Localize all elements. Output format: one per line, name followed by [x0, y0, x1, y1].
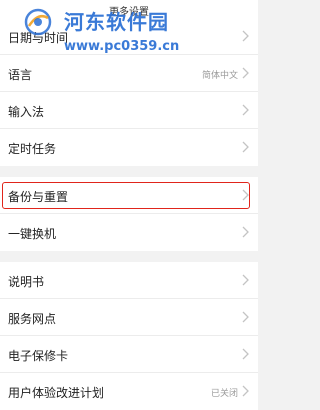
chevron-right-icon: [242, 311, 249, 323]
settings-item-label: 语言: [8, 68, 33, 82]
settings-item-label: 日期与时间: [8, 31, 69, 45]
settings-item-backup-reset[interactable]: 备份与重置: [0, 177, 258, 214]
settings-item-label: 电子保修卡: [8, 349, 69, 363]
settings-item-label: 服务网点: [8, 312, 57, 326]
settings-item-label: 定时任务: [8, 142, 57, 156]
settings-item-e-warranty-card[interactable]: 电子保修卡: [0, 336, 258, 373]
settings-item-value: 已关闭: [210, 389, 238, 399]
settings-item-label: 备份与重置: [8, 190, 69, 204]
settings-item-input-method[interactable]: 输入法: [0, 92, 258, 129]
settings-group-backup: 备份与重置 一键换机: [0, 177, 258, 251]
top-bar: 更多设置: [0, 0, 258, 18]
more-settings-screen: 更多设置 日期与时间 语言 简体中文 输入法 定时任务 备份与重置 一键换机 说…: [0, 0, 258, 410]
settings-item-value: 简体中文: [201, 71, 238, 81]
settings-item-date-time[interactable]: 日期与时间: [0, 18, 258, 55]
settings-group-general: 日期与时间 语言 简体中文 输入法 定时任务: [0, 18, 258, 166]
chevron-right-icon: [242, 189, 249, 201]
settings-item-manual[interactable]: 说明书: [0, 262, 258, 299]
page-title: 更多设置: [109, 7, 149, 18]
settings-item-user-experience-program[interactable]: 用户体验改进计划 已关闭: [0, 373, 258, 410]
settings-item-language[interactable]: 语言 简体中文: [0, 55, 258, 92]
chevron-right-icon: [242, 348, 249, 360]
settings-item-label: 用户体验改进计划: [8, 386, 105, 400]
chevron-right-icon: [242, 385, 249, 397]
settings-item-scheduled-tasks[interactable]: 定时任务: [0, 129, 258, 166]
settings-item-label: 说明书: [8, 275, 45, 289]
chevron-right-icon: [242, 226, 249, 238]
chevron-right-icon: [242, 141, 249, 153]
settings-item-label: 输入法: [8, 105, 45, 119]
settings-group-support: 说明书 服务网点 电子保修卡 用户体验改进计划 已关闭: [0, 262, 258, 410]
chevron-right-icon: [242, 30, 249, 42]
chevron-right-icon: [242, 104, 249, 116]
chevron-right-icon: [242, 274, 249, 286]
chevron-right-icon: [242, 67, 249, 79]
settings-item-service-centers[interactable]: 服务网点: [0, 299, 258, 336]
settings-item-phone-clone[interactable]: 一键换机: [0, 214, 258, 251]
settings-item-label: 一键换机: [8, 227, 57, 241]
